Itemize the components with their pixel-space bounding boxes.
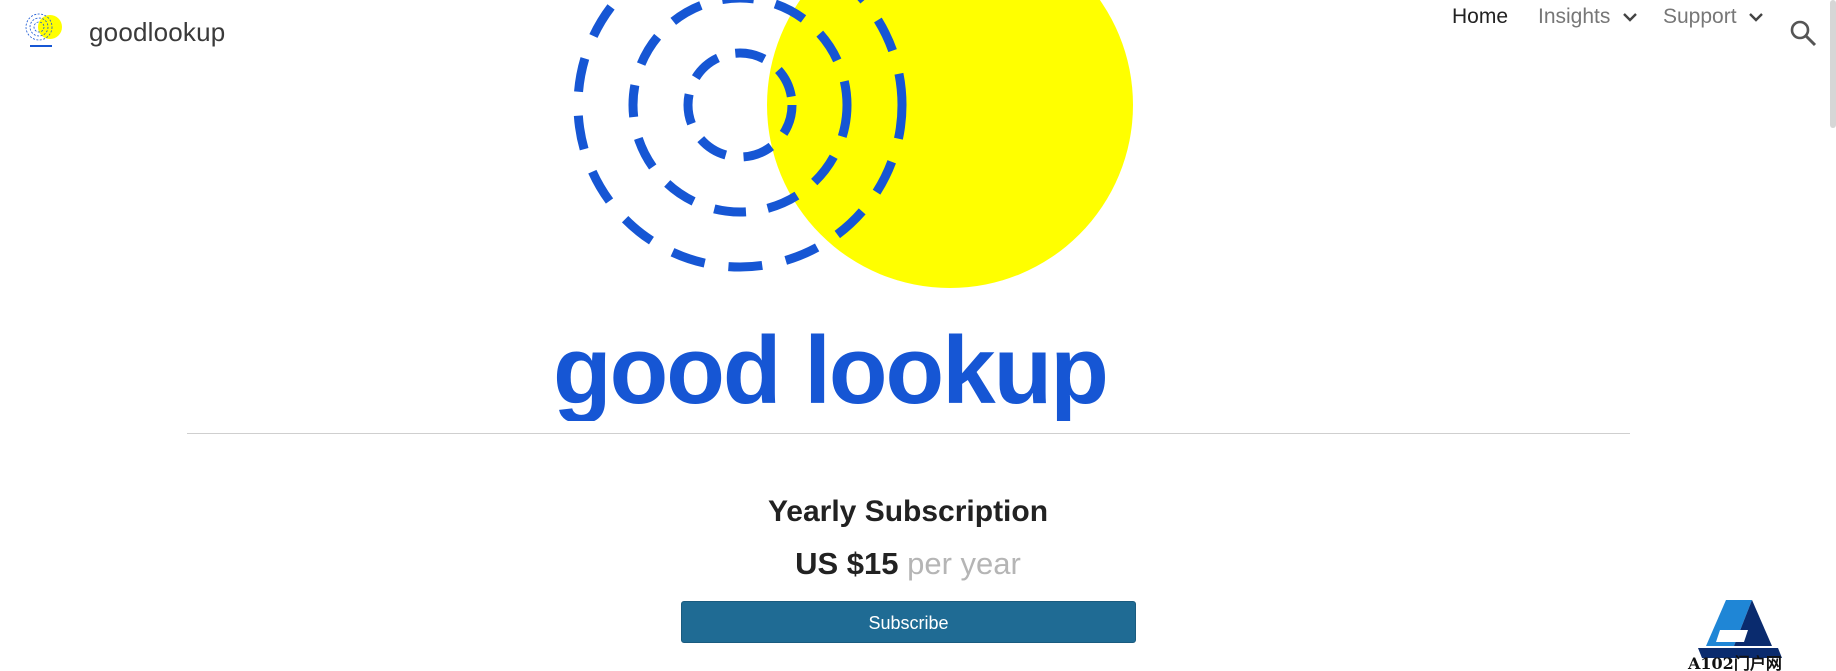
nav-item-label: Home [1452, 5, 1509, 28]
nav-item-support[interactable]: Support [1663, 0, 1766, 34]
plan-title: Yearly Subscription [767, 495, 1049, 528]
plan-price-row: US $15 per year [0, 546, 1816, 582]
nav-item-label: Insights [1538, 5, 1611, 28]
watermark-text: A102门户网 [1688, 654, 1782, 671]
nav-item-insights[interactable]: Insights [1538, 0, 1640, 34]
hero-wordmark: good lookup [553, 317, 1109, 421]
subscribe-button[interactable]: Subscribe [681, 601, 1136, 643]
divider [187, 433, 1630, 434]
nav-item-home[interactable]: Home [1452, 0, 1508, 34]
chevron-down-icon [1749, 13, 1764, 23]
search-icon[interactable] [1788, 18, 1818, 48]
scrollbar[interactable] [1830, 0, 1836, 128]
plan-period: per year [907, 546, 1021, 581]
goodlookup-logo-icon[interactable] [20, 12, 70, 52]
chevron-down-icon [1623, 13, 1638, 23]
plan-price: US $15 [795, 546, 899, 581]
site-name[interactable]: goodlookup [89, 14, 225, 50]
nav-item-label: Support [1663, 5, 1737, 28]
page: goodlookup Home Insights Support good lo… [0, 0, 1836, 671]
